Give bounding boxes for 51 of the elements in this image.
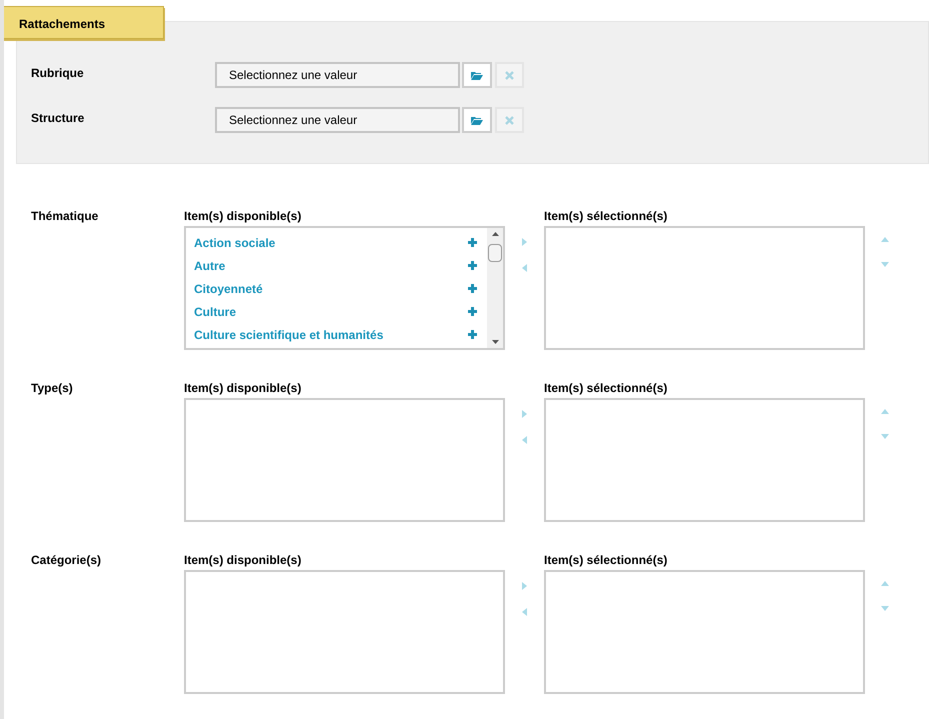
move-right-icon[interactable] — [522, 582, 527, 590]
selected-list[interactable] — [544, 398, 865, 522]
move-down-icon[interactable] — [881, 262, 889, 267]
plus-icon[interactable] — [468, 238, 477, 247]
selected-list[interactable] — [544, 226, 865, 350]
available-list[interactable] — [184, 570, 505, 694]
column-heading: Item(s) sélectionné(s) — [544, 552, 668, 569]
folder-icon — [471, 116, 483, 124]
plus-icon[interactable] — [468, 307, 477, 316]
folder-icon — [471, 70, 483, 80]
close-icon — [505, 116, 514, 124]
value-field[interactable]: Selectionnez une valeur — [215, 62, 460, 88]
move-right-icon[interactable] — [522, 238, 527, 246]
plus-icon[interactable] — [468, 261, 477, 270]
list-item[interactable]: Culture — [194, 302, 468, 320]
move-up-icon[interactable] — [881, 581, 889, 586]
selected-list[interactable] — [544, 570, 865, 694]
move-left-icon[interactable] — [522, 608, 527, 616]
field-label: Rubrique — [30, 65, 85, 82]
scroll-thumb[interactable] — [488, 244, 502, 262]
field-label: Structure — [30, 110, 86, 127]
scroll-up-icon[interactable] — [492, 232, 498, 236]
close-icon — [505, 70, 514, 80]
column-heading: Item(s) disponible(s) — [184, 380, 302, 397]
move-up-icon[interactable] — [881, 237, 889, 242]
move-up-icon[interactable] — [881, 409, 889, 414]
available-list[interactable] — [184, 398, 505, 522]
field-label: Thématique — [30, 208, 100, 225]
list-item[interactable]: Culture scientifique et humanités — [194, 326, 468, 344]
scrollbar[interactable] — [487, 228, 503, 348]
plus-icon[interactable] — [468, 284, 477, 293]
browse-button[interactable] — [462, 107, 492, 133]
column-heading: Item(s) disponible(s) — [184, 208, 302, 225]
available-list[interactable]: Action sociale Autre Citoyenneté Culture Culture scientifique et humanités — [184, 226, 505, 350]
move-right-icon[interactable] — [522, 410, 527, 418]
field-label: Type(s) — [30, 380, 74, 397]
list-item[interactable]: Action sociale — [194, 234, 468, 252]
list-item[interactable]: Citoyenneté — [194, 280, 468, 298]
move-down-icon[interactable] — [881, 434, 889, 439]
browse-button[interactable] — [462, 62, 492, 88]
plus-icon[interactable] — [468, 330, 477, 339]
column-heading: Item(s) sélectionné(s) — [544, 208, 668, 225]
field-label: Catégorie(s) — [30, 552, 102, 569]
move-down-icon[interactable] — [881, 606, 889, 611]
scroll-down-icon[interactable] — [492, 340, 498, 344]
value-field[interactable]: Selectionnez une valeur — [215, 107, 460, 133]
move-left-icon[interactable] — [522, 436, 527, 444]
column-heading: Item(s) sélectionné(s) — [544, 380, 668, 397]
move-left-icon[interactable] — [522, 264, 527, 272]
list-item[interactable]: Autre — [194, 256, 468, 274]
column-heading: Item(s) disponible(s) — [184, 552, 302, 569]
